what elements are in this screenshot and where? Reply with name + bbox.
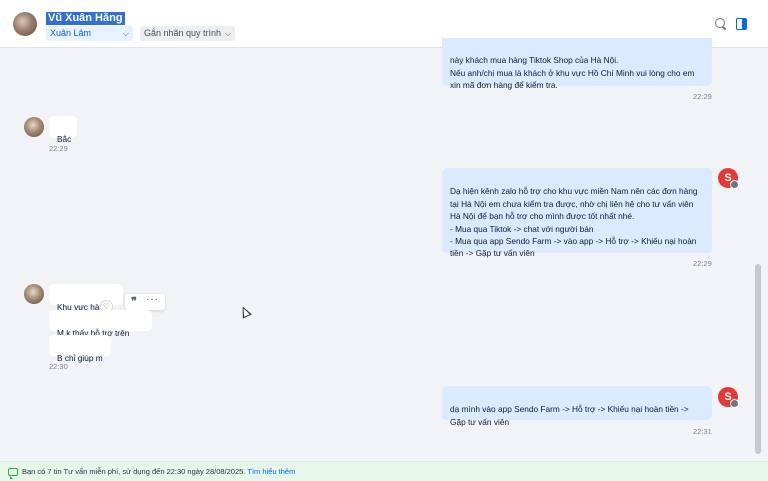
tag-select[interactable]: Gắn nhãn quy trình ⌵ — [140, 26, 235, 41]
banner-text: Bạn có 7 tin Tư vấn miễn phí, sử dụng đế… — [22, 462, 295, 481]
region-select[interactable]: Xuân Lâm ⌵ — [46, 26, 133, 41]
chevron-down-icon: ⌵ — [122, 29, 129, 38]
message-bubble-incoming[interactable]: Khu vực hà noiij — [49, 284, 123, 325]
contact-avatar[interactable] — [13, 12, 37, 36]
learn-more-link[interactable]: Tìm hiểu thêm — [247, 467, 295, 476]
message-text: này khách mua hàng Tiktok Shop của Hà Nộ… — [450, 55, 695, 91]
message-text: Dạ hiện kênh zalo hỗ trợ cho khu vực miề… — [450, 186, 698, 259]
sender-avatar[interactable] — [24, 117, 44, 137]
message-bubble-incoming[interactable]: M k thấy hỗ trợ trên app — [49, 310, 152, 351]
message-time: 22:31 — [693, 427, 712, 436]
contact-name[interactable]: Vũ Xuân Hằng — [46, 12, 125, 25]
tag-select-label: Gắn nhãn quy trình — [144, 28, 222, 38]
search-icon[interactable] — [715, 18, 727, 30]
chat-scrollbar-thumb[interactable] — [755, 264, 761, 454]
message-time: 22:29 — [693, 259, 712, 268]
region-select-label: Xuân Lâm — [50, 28, 92, 38]
brand-avatar[interactable]: S — [718, 168, 739, 189]
mouse-cursor-icon — [238, 304, 252, 319]
more-icon[interactable]: ··· — [146, 294, 159, 305]
chevron-down-icon: ⌵ — [224, 29, 231, 38]
message-time: 22:29 — [693, 92, 712, 101]
message-time: 22:30 — [49, 362, 68, 371]
message-bubble-outgoing[interactable]: Dạ hiện kênh zalo hỗ trợ cho khu vực miề… — [442, 168, 712, 258]
message-text: dạ mình vào app Sendo Farm -> Hỗ trợ -> … — [450, 404, 689, 427]
message-bubble-outgoing[interactable]: dạ mình vào app Sendo Farm -> Hỗ trợ -> … — [442, 386, 712, 427]
side-panel-icon[interactable] — [736, 18, 747, 30]
message-time: 22:29 — [49, 144, 68, 153]
brand-avatar[interactable]: S — [718, 387, 739, 408]
message-bubble-outgoing[interactable]: này khách mua hàng Tiktok Shop của Hà Nộ… — [442, 38, 712, 90]
message-text: Bắc — [57, 134, 72, 145]
banner-message: Bạn có 7 tin Tư vấn miễn phí, sử dụng đế… — [22, 467, 246, 476]
chat-bubble-icon — [8, 468, 18, 479]
quote-icon[interactable]: ❞ — [131, 295, 137, 308]
message-bubble-incoming[interactable]: B chỉ giúp m — [49, 335, 111, 363]
sender-avatar[interactable] — [24, 284, 44, 304]
message-actions-toolbar: ❞ ··· — [125, 294, 165, 310]
free-consult-banner: Bạn có 7 tin Tư vấn miễn phí, sử dụng đế… — [0, 461, 768, 481]
message-bubble-incoming[interactable]: Bắc — [49, 116, 77, 144]
